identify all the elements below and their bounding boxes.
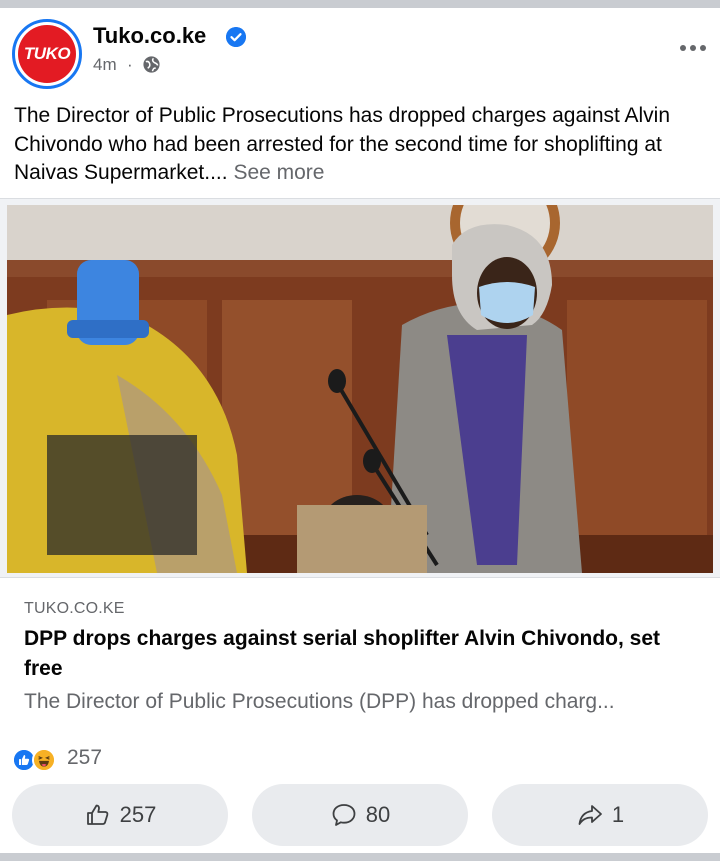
avatar-logo-text: TUKO <box>23 44 71 63</box>
top-separator <box>0 0 720 8</box>
thumbs-up-icon <box>86 804 108 825</box>
link-preview-image-frame[interactable] <box>0 198 720 578</box>
page-avatar[interactable]: TUKO <box>12 19 82 89</box>
courtroom-photo[interactable] <box>7 205 713 573</box>
post-text: The Director of Public Prosecutions has … <box>14 104 671 184</box>
verified-badge-icon <box>226 27 246 47</box>
like-button[interactable]: 257 <box>12 784 228 846</box>
globe-icon <box>143 56 160 73</box>
share-button[interactable]: 1 <box>492 784 708 846</box>
share-count: 1 <box>611 802 625 827</box>
page-name[interactable]: Tuko.co.ke <box>93 23 206 49</box>
comment-icon <box>332 804 356 826</box>
like-count: 257 <box>119 802 157 827</box>
link-description[interactable]: The Director of Public Prosecutions (DPP… <box>24 690 704 714</box>
tuko-logo: TUKO <box>18 25 76 83</box>
comment-count: 80 <box>365 802 391 827</box>
meta-separator: · <box>127 55 133 74</box>
link-title[interactable]: DPP drops charges against serial shoplif… <box>24 624 704 684</box>
more-options-icon[interactable] <box>678 38 708 58</box>
see-more-link[interactable]: See more <box>233 161 324 184</box>
share-icon <box>578 805 602 825</box>
comment-button[interactable]: 80 <box>252 784 468 846</box>
haha-icon <box>32 748 56 772</box>
post-timestamp[interactable]: 4m <box>93 55 117 75</box>
reaction-count: 257 <box>67 746 103 769</box>
link-domain[interactable]: TUKO.CO.KE <box>24 600 125 618</box>
bottom-separator <box>0 853 720 861</box>
post-body: The Director of Public Prosecutions has … <box>14 102 704 188</box>
